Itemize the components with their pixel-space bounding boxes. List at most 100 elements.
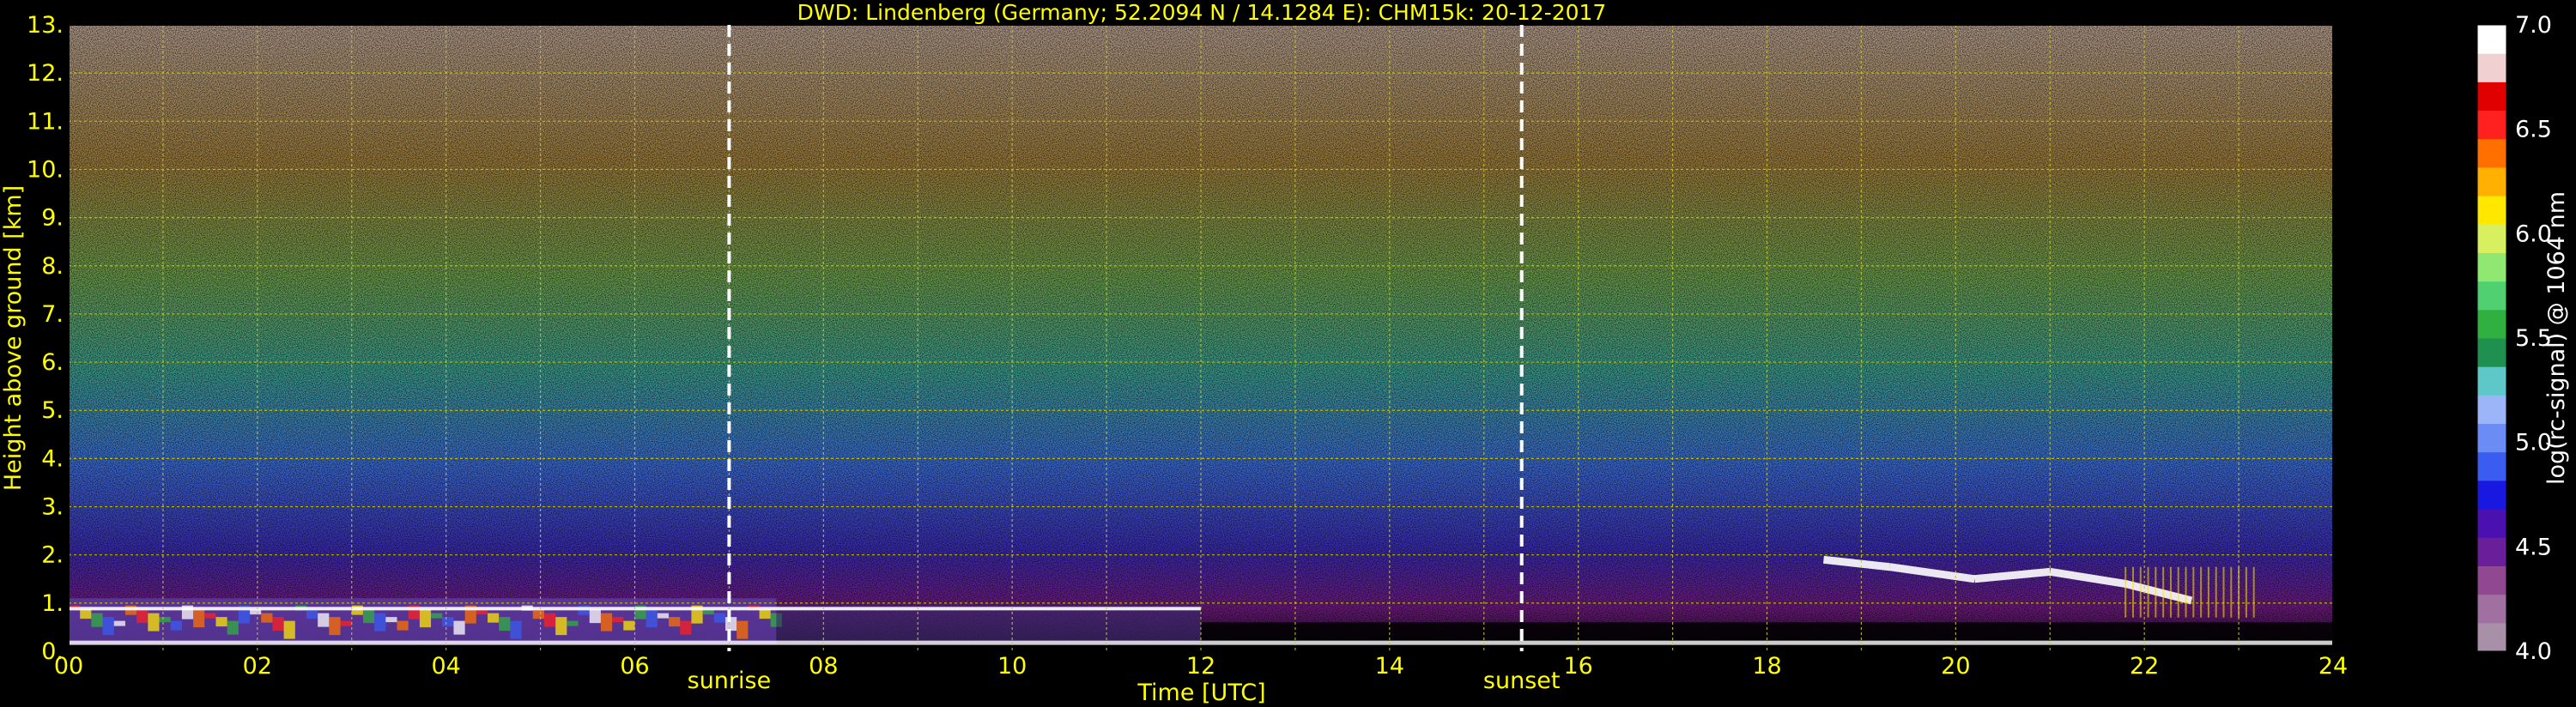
colorbar-swatch <box>2477 309 2506 339</box>
aerosol-patch <box>272 617 284 631</box>
plot-area: sunrise sunset <box>68 24 2334 694</box>
colorbar: 4.04.55.05.56.06.57.0 log(rc-signal) @ 1… <box>2476 12 2570 665</box>
x-tick-label: 22 <box>2130 653 2159 680</box>
colorbar-swatch <box>2477 423 2506 453</box>
colorbar-swatch <box>2477 166 2506 196</box>
colorbar-swatch <box>2477 480 2506 510</box>
colorbar-swatches <box>2477 25 2506 652</box>
colorbar-swatch <box>2477 537 2506 566</box>
colorbar-swatch <box>2477 110 2506 140</box>
x-tick-label: 14 <box>1375 653 1404 680</box>
aerosol-patch <box>329 617 341 636</box>
x-tick-label: 16 <box>1563 653 1592 680</box>
colorbar-swatch <box>2477 565 2506 595</box>
aerosol-patch <box>385 617 397 623</box>
colorbar-swatch <box>2477 594 2506 624</box>
aerosol-patch <box>646 609 658 628</box>
x-axis-label: Time [UTC] <box>1136 680 1265 706</box>
aerosol-patch <box>306 609 318 619</box>
x-tick-label: 12 <box>1186 653 1215 680</box>
aerosol-patch <box>713 613 726 623</box>
aerosol-patch <box>759 609 771 619</box>
aerosol-patch <box>193 609 205 628</box>
y-tick-label: 8. <box>41 253 64 280</box>
y-axis-ticks: 0. 1. 2. 3. 4. 5. 6. 7. 8. 9. 10. 11. 12. 13. <box>27 12 64 665</box>
aerosol-patch <box>725 617 737 631</box>
aerosol-patch <box>283 620 295 639</box>
boundary-layer-aerosol <box>776 605 1201 642</box>
aerosol-patch <box>736 620 749 639</box>
colorbar-swatch <box>2477 622 2506 652</box>
lidar-quicklook-chart: sunrise sunset 00 02 04 06 08 10 12 14 16 18 20 22 24… <box>0 0 2570 706</box>
colorbar-swatch <box>2477 82 2506 112</box>
aerosol-patch <box>657 613 670 619</box>
y-tick-label: 5. <box>41 397 64 424</box>
x-tick-label: 08 <box>809 653 838 680</box>
x-tick-label: 20 <box>1941 653 1970 680</box>
aerosol-patch <box>374 613 386 631</box>
colorbar-tick-label: 4.0 <box>2515 638 2552 665</box>
aerosol-patch <box>600 613 613 631</box>
aerosol-patch <box>419 609 432 628</box>
y-tick-label: 4. <box>41 445 64 472</box>
y-tick-label: 1. <box>41 590 64 617</box>
colorbar-swatch <box>2477 451 2506 481</box>
y-tick-label: 7. <box>41 301 64 328</box>
aerosol-patch <box>204 613 216 619</box>
aerosol-patch <box>318 613 330 627</box>
aerosol-patch <box>91 613 103 627</box>
aerosol-patch <box>499 617 511 631</box>
aerosol-patch <box>543 613 556 627</box>
aerosol-patch <box>567 620 579 626</box>
aerosol-patch <box>589 609 601 624</box>
aerosol-patch <box>680 620 692 635</box>
aerosol-patch <box>669 617 681 627</box>
aerosol-patch <box>555 617 567 636</box>
aerosol-patch <box>510 620 522 639</box>
colorbar-swatch <box>2477 395 2506 425</box>
aerosol-patch <box>227 620 239 635</box>
colorbar-swatch <box>2477 25 2506 54</box>
aerosol-patch <box>159 617 171 623</box>
aerosol-patch <box>397 620 409 631</box>
y-tick-label: 3. <box>41 494 64 521</box>
y-tick-label: 11. <box>27 108 64 135</box>
aerosol-patch <box>488 613 500 623</box>
colorbar-label: log(rc-signal) @ 1064 nm <box>2543 191 2570 485</box>
x-tick-label: 06 <box>620 653 649 680</box>
colorbar-tick-label: 4.5 <box>2515 534 2552 560</box>
colorbar-swatch <box>2477 138 2506 168</box>
y-tick-label: 9. <box>41 205 64 232</box>
colorbar-swatch <box>2477 366 2506 396</box>
x-tick-label: 24 <box>2318 653 2348 680</box>
aerosol-patch <box>170 620 182 631</box>
sunset-label: sunset <box>1483 668 1561 694</box>
aerosol-patch <box>453 620 465 635</box>
aerosol-patch <box>136 609 148 624</box>
aerosol-patch <box>102 617 114 636</box>
x-tick-label: 02 <box>243 653 272 680</box>
y-tick-label: 12. <box>27 60 64 87</box>
colorbar-tick-label: 6.5 <box>2515 117 2552 143</box>
y-tick-label: 2. <box>41 542 64 569</box>
y-tick-label: 6. <box>41 349 64 376</box>
x-tick-label: 18 <box>1752 653 1781 680</box>
y-axis-label: Height above ground [km] <box>0 185 27 491</box>
colorbar-swatch <box>2477 53 2506 82</box>
aerosol-patch <box>362 609 375 624</box>
aerosol-patch <box>113 620 125 626</box>
aerosol-patch <box>431 613 443 619</box>
aerosol-patch <box>80 609 92 619</box>
aerosol-patch <box>442 617 454 627</box>
aerosol-patch <box>215 617 227 627</box>
aerosol-patch <box>623 620 635 631</box>
x-tick-label: 10 <box>997 653 1027 680</box>
colorbar-tick-label: 7.0 <box>2515 12 2552 39</box>
colorbar-swatch <box>2477 281 2506 311</box>
sunrise-label: sunrise <box>688 668 772 694</box>
aerosol-patch <box>261 613 273 623</box>
y-tick-label: 13. <box>27 12 64 39</box>
x-axis-ticks: 00 02 04 06 08 10 12 14 16 18 20 22 24 <box>54 653 2348 680</box>
colorbar-swatch <box>2477 196 2506 225</box>
aerosol-patch <box>612 617 624 623</box>
